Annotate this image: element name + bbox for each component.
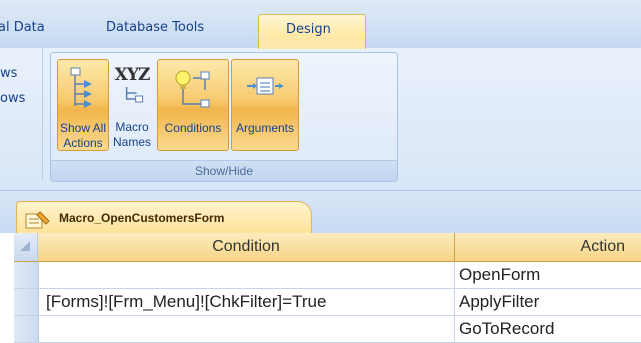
document-tab-bar: Macro_OpenCustomersForm: [0, 191, 641, 233]
macro-names-label: Macro Names: [112, 120, 151, 149]
ribbon-tab-strip: al Data Database Tools Design: [0, 0, 641, 49]
conditions-icon: [171, 66, 215, 117]
macro-names-button[interactable]: XYZ Macro Names: [109, 59, 155, 151]
show-hide-group-label: Show/Hide: [51, 160, 397, 181]
condition-cell[interactable]: [38, 316, 455, 342]
column-header-condition[interactable]: Condition: [38, 233, 455, 262]
macro-design-grid: Condition Action OpenForm [Forms]![Frm_M…: [14, 233, 641, 343]
document-tab-title: Macro_OpenCustomersForm: [59, 211, 225, 225]
table-row: GoToRecord: [14, 316, 641, 343]
arguments-label: Arguments: [235, 121, 295, 135]
macro-names-icon: XYZ: [115, 65, 150, 111]
conditions-button[interactable]: Conditions: [157, 59, 229, 151]
partial-ribbon-group: ws ows: [0, 48, 43, 180]
action-cell[interactable]: ApplyFilter: [455, 289, 641, 315]
row-selector[interactable]: [14, 316, 39, 342]
ribbon: ws ows Show All Actions XYZ Macro Names …: [0, 48, 641, 191]
column-header-action[interactable]: Action: [455, 233, 641, 262]
select-all-corner[interactable]: [14, 233, 38, 262]
show-all-actions-label: Show All Actions: [59, 121, 107, 150]
macro-icon: [25, 210, 51, 235]
tab-external-data[interactable]: al Data: [0, 20, 45, 35]
table-row: [Forms]![Frm_Menu]![ChkFilter]=True Appl…: [14, 289, 641, 316]
tab-database-tools[interactable]: Database Tools: [106, 20, 204, 35]
action-cell[interactable]: OpenForm: [455, 262, 641, 288]
show-all-actions-button[interactable]: Show All Actions: [57, 59, 109, 151]
condition-cell[interactable]: [38, 262, 455, 288]
show-hide-group: Show All Actions XYZ Macro Names Conditi…: [50, 52, 398, 182]
tab-design[interactable]: Design: [258, 14, 366, 49]
macro-document-tab[interactable]: Macro_OpenCustomersForm: [16, 201, 312, 233]
condition-cell[interactable]: [Forms]![Frm_Menu]![ChkFilter]=True: [38, 289, 455, 315]
action-cell[interactable]: GoToRecord: [455, 316, 641, 342]
conditions-label: Conditions: [164, 121, 222, 135]
partial-label-1[interactable]: ws: [0, 66, 17, 81]
arguments-button[interactable]: Arguments: [231, 59, 299, 151]
tree-actions-icon: [68, 66, 98, 117]
corner-triangle-icon: [20, 241, 30, 251]
table-row: OpenForm: [14, 262, 641, 289]
row-selector[interactable]: [14, 289, 39, 315]
partial-label-2[interactable]: ows: [0, 91, 25, 106]
row-selector[interactable]: [14, 262, 39, 288]
arguments-icon: [245, 66, 285, 117]
